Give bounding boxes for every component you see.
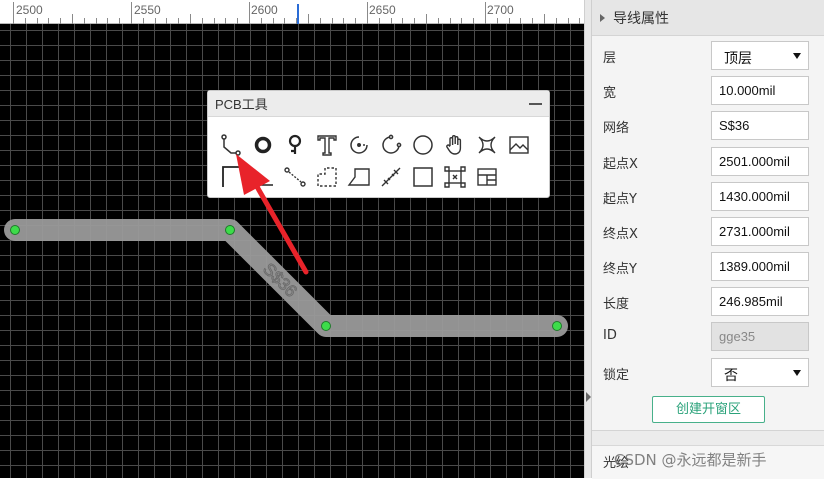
prop-label: 起点X: [603, 157, 638, 172]
width-input[interactable]: 10.000mil: [711, 76, 809, 105]
splitter-arrow-icon[interactable]: [586, 392, 591, 402]
arc-center-tool-icon[interactable]: [343, 129, 375, 161]
watermark-text: CSDN @永远都是新手: [614, 451, 767, 469]
region-tool-icon[interactable]: [311, 161, 343, 193]
track-point[interactable]: [321, 321, 331, 331]
polygon-tool-icon[interactable]: [343, 161, 375, 193]
prop-label: 宽: [603, 86, 617, 101]
prop-label: 终点Y: [603, 262, 637, 277]
solid-region-tool-icon[interactable]: [471, 129, 503, 161]
measure-tool-icon[interactable]: [375, 161, 407, 193]
horizontal-ruler: 2500 2550 2600 2650 2700: [0, 0, 584, 24]
ruler-label-2700: 2700: [487, 3, 514, 17]
net-input[interactable]: S$36: [711, 111, 809, 140]
rectangle-tool-icon[interactable]: [407, 161, 439, 193]
connect-tool-icon[interactable]: [279, 161, 311, 193]
collapse-caret-icon[interactable]: [600, 13, 605, 22]
prop-row-net: 网络 S$36: [592, 108, 824, 144]
prop-row-locked: 锁定 否: [592, 355, 824, 391]
ruler-label-2500: 2500: [16, 3, 43, 17]
end-y-input[interactable]: 1389.000mil: [711, 252, 809, 281]
start-y-input[interactable]: 1430.000mil: [711, 182, 809, 211]
pcb-tools-panel[interactable]: PCB工具: [207, 90, 550, 198]
prop-row-layer: 层 顶层: [592, 38, 824, 74]
dimension-tool-icon[interactable]: [215, 161, 247, 193]
ruler-label-2600: 2600: [251, 3, 278, 17]
prop-label: 网络: [603, 121, 630, 136]
prop-row-start-y: 起点Y 1430.000mil: [592, 179, 824, 215]
board-outline-tool-icon[interactable]: [471, 161, 503, 193]
prop-label: 终点X: [603, 227, 638, 242]
end-x-input[interactable]: 2731.000mil: [711, 217, 809, 246]
wire-tool-icon[interactable]: [215, 129, 247, 161]
prop-label: 层: [603, 51, 617, 66]
image-tool-icon[interactable]: [503, 129, 535, 161]
prop-row-width: 宽 10.000mil: [592, 73, 824, 109]
track-point[interactable]: [225, 225, 235, 235]
properties-title: 导线属性: [613, 10, 669, 27]
via-tool-icon[interactable]: [279, 129, 311, 161]
tool-grid: [215, 129, 535, 193]
length-input[interactable]: 246.985mil: [711, 287, 809, 316]
locked-select[interactable]: 否: [711, 358, 809, 387]
pan-hand-icon[interactable]: [439, 129, 471, 161]
layer-select[interactable]: 顶层: [711, 41, 809, 70]
prop-row-id: ID gge35: [592, 319, 824, 355]
prop-row-end-y: 终点Y 1389.000mil: [592, 249, 824, 285]
pcb-tools-title: PCB工具: [215, 97, 268, 112]
prop-label: 长度: [603, 297, 630, 312]
text-tool-icon[interactable]: [311, 129, 343, 161]
pad-tool-icon[interactable]: [247, 129, 279, 161]
track-point[interactable]: [552, 321, 562, 331]
copper-area-tool-icon[interactable]: [439, 161, 471, 193]
id-input: gge35: [711, 322, 809, 351]
line-tool-icon[interactable]: [247, 161, 279, 193]
properties-header[interactable]: 导线属性: [592, 0, 824, 36]
ruler-label-2550: 2550: [134, 3, 161, 17]
ruler-label-2650: 2650: [369, 3, 396, 17]
prop-row-end-x: 终点X 2731.000mil: [592, 214, 824, 250]
create-window-area-button[interactable]: 创建开窗区: [652, 396, 765, 423]
prop-label: 锁定: [603, 368, 630, 383]
prop-label: 起点Y: [603, 192, 637, 207]
prop-row-start-x: 起点X 2501.000mil: [592, 144, 824, 180]
circle-tool-icon[interactable]: [407, 129, 439, 161]
minimize-icon[interactable]: [529, 97, 543, 111]
prop-label: ID: [603, 328, 617, 343]
prop-row-length: 长度 246.985mil: [592, 284, 824, 320]
arc-3point-tool-icon[interactable]: [375, 129, 407, 161]
pcb-tools-header[interactable]: PCB工具: [208, 91, 549, 117]
track-point[interactable]: [10, 225, 20, 235]
start-x-input[interactable]: 2501.000mil: [711, 147, 809, 176]
panel-splitter[interactable]: [584, 0, 592, 478]
